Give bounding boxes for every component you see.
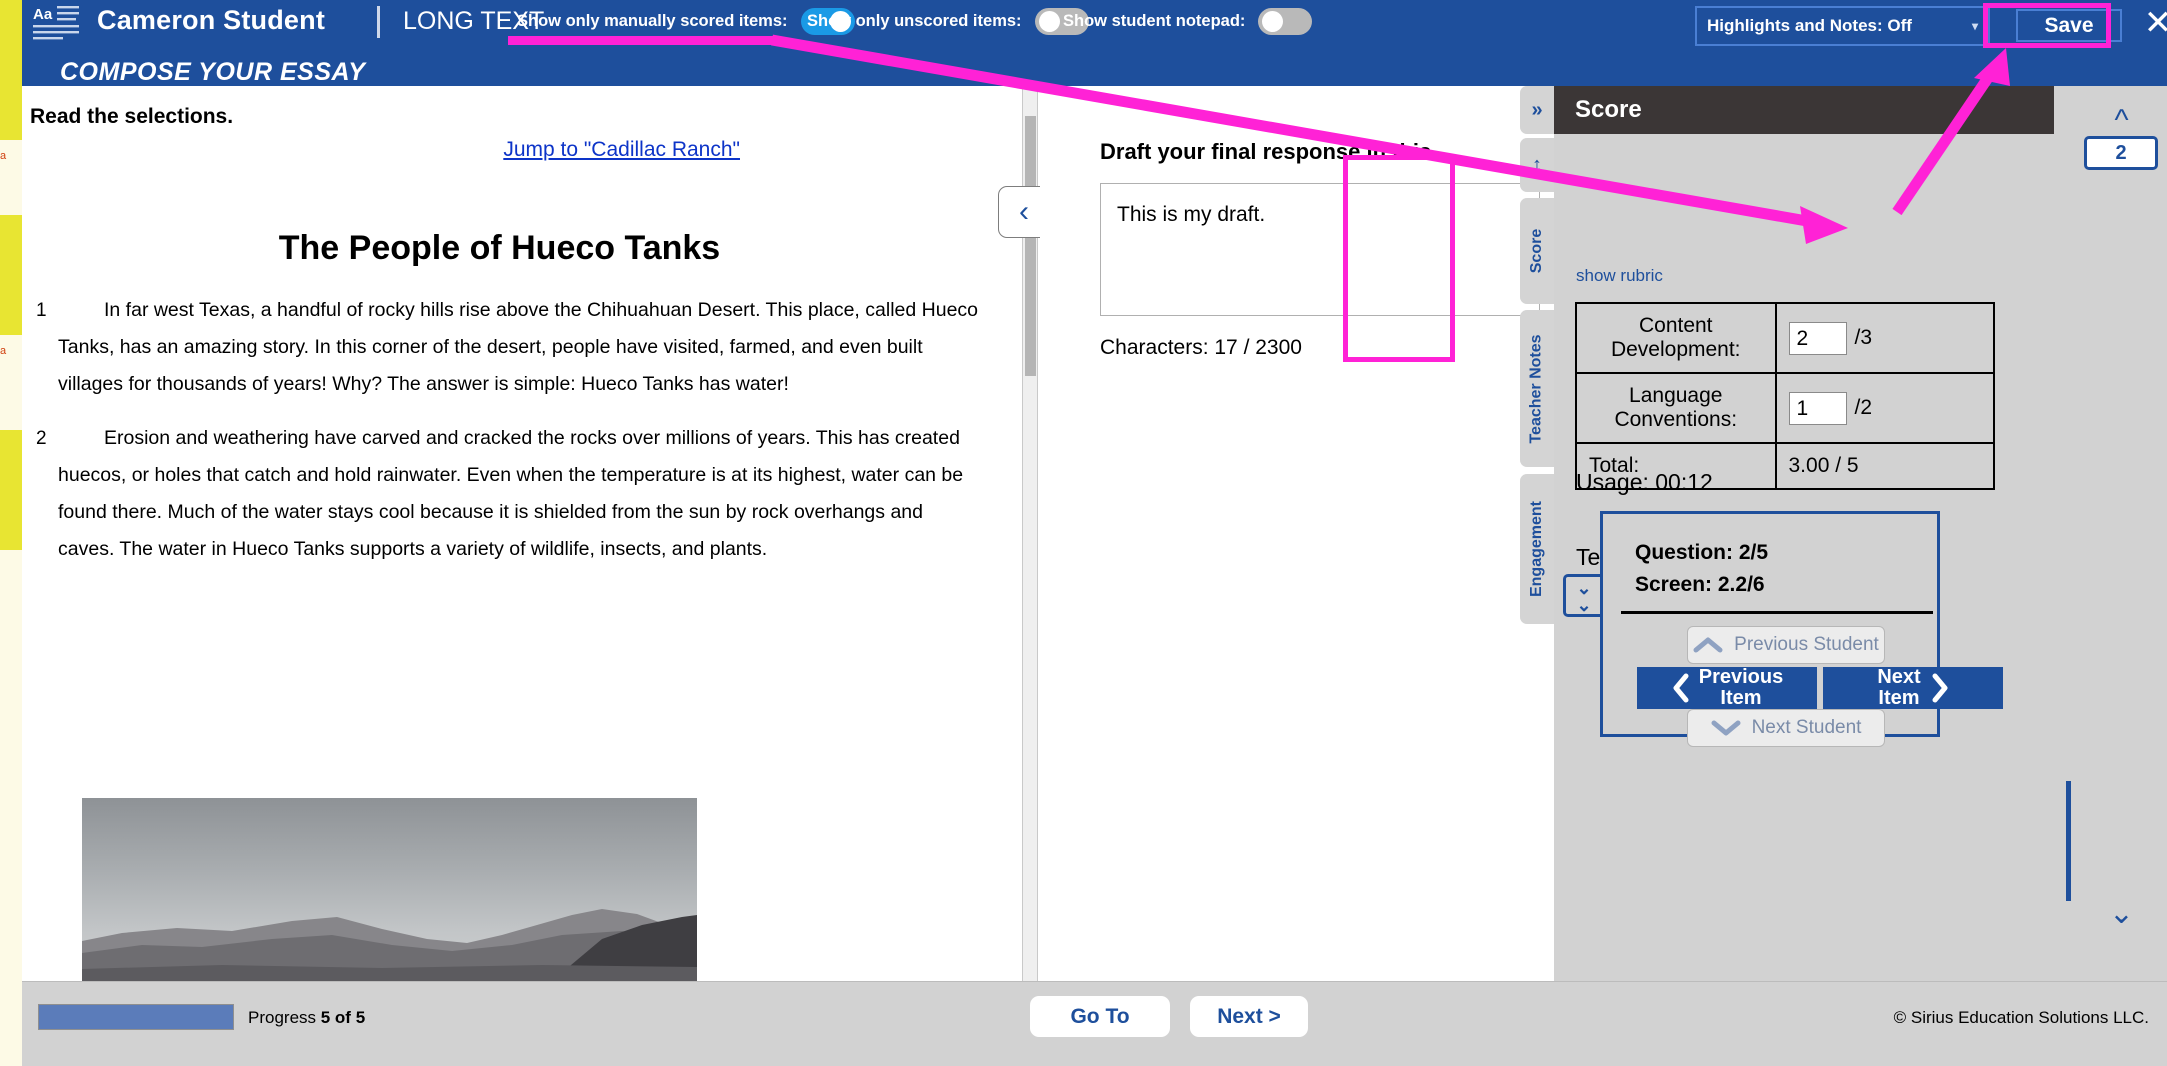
chevron-right-icon <box>1932 673 1948 703</box>
student-name: Cameron Student <box>97 5 326 35</box>
show-rubric-link[interactable]: show rubric <box>1576 266 1663 286</box>
paragraph-number: 1 <box>36 300 47 321</box>
language-conventions-max: /2 <box>1854 395 1873 419</box>
tab-resize-label: ↕ <box>1532 153 1542 176</box>
language-conventions-input[interactable]: 1 <box>1788 391 1847 425</box>
copyright-text: © Sirius Education Solutions LLC. <box>1893 1008 2149 1027</box>
screen-counter: Screen: 2.2/6 <box>1635 573 1765 596</box>
double-chevron-down-icon[interactable]: ⌄ ⌄ <box>1563 574 1605 617</box>
passage-paragraph: 1 In far west Texas, a handful of rocky … <box>22 292 982 403</box>
chevron-down-icon[interactable]: ⌄ <box>2094 896 2149 930</box>
tab-expand-label: » <box>1531 98 1543 121</box>
draft-text: This is my draft. <box>1117 203 1266 226</box>
next-button[interactable]: Next > <box>1190 996 1308 1037</box>
progress-bar <box>38 1004 234 1030</box>
chevron-down-icon: ▾ <box>1971 19 1978 33</box>
side-tab-strip: » ↕ Score Teacher Notes Engagement <box>1520 86 1554 981</box>
footer-bar: Progress 5 of 5 Go To Next > © Sirius Ed… <box>22 981 2167 1066</box>
next-item-button[interactable]: Next Item <box>1823 667 2003 709</box>
navigation-box: Question: 2/5 Screen: 2.2/6 Previous Stu… <box>1600 511 2003 747</box>
read-instruction: Read the selections. <box>30 105 234 128</box>
toggle-notepad-label: Show student notepad: <box>1063 12 1246 30</box>
previous-item-button[interactable]: Previous Item <box>1637 667 1817 709</box>
passage-image <box>82 798 697 981</box>
score-table: Content Development: 2/3 Language Conven… <box>1575 302 1995 490</box>
progress-value: 5 of 5 <box>320 1008 366 1027</box>
tab-score[interactable]: Score <box>1520 198 1554 304</box>
annotation-box-save <box>1983 3 2111 48</box>
character-count: Characters: 17 / 2300 <box>1100 336 1302 359</box>
tab-engagement[interactable]: Engagement <box>1520 474 1554 624</box>
passage-title: The People of Hueco Tanks <box>278 229 721 267</box>
toggle-manually-scored-label: Show only manually scored items: <box>517 12 788 30</box>
draft-title: Draft your final response in this <box>1100 139 1432 164</box>
score-row-value-cell: 2/3 <box>1774 302 1995 374</box>
header-divider <box>377 6 380 38</box>
next-student-button[interactable]: Next Student <box>1687 709 1885 747</box>
content-development-max: /3 <box>1854 325 1873 349</box>
paragraph-text: In far west Texas, a handful of rocky hi… <box>58 299 979 395</box>
tab-teacher-notes-label: Teacher Notes <box>1528 333 1546 444</box>
table-row: Content Development: 2/3 <box>1575 302 1995 374</box>
tab-engagement-label: Engagement <box>1528 500 1546 598</box>
close-icon[interactable]: ✕ <box>2140 6 2167 42</box>
paragraph-number: 2 <box>36 428 47 449</box>
previous-student-label: Previous Student <box>1734 634 1879 655</box>
tab-resize[interactable]: ↕ <box>1520 138 1554 192</box>
section-title: COMPOSE YOUR ESSAY <box>60 58 366 86</box>
score-row-label: Content Development: <box>1575 302 1777 374</box>
score-total-value: 3.00 / 5 <box>1774 442 1995 490</box>
item-badge[interactable]: 2 <box>2084 136 2158 170</box>
chevron-down-icon <box>1711 720 1741 736</box>
paragraph-text: Erosion and weathering have carved and c… <box>58 427 964 560</box>
draft-response-pane: Draft your final response in this This i… <box>1040 86 1540 981</box>
question-counter: Question: 2/5 <box>1635 541 1769 564</box>
rail-divider <box>2066 781 2071 901</box>
chevron-up-icon[interactable]: ^ <box>2094 104 2149 138</box>
jump-to-link[interactable]: Jump to "Cadillac Ranch" <box>503 138 740 162</box>
toggle-unscored[interactable]: Show only unscored items: <box>807 8 1089 35</box>
chevron-left-icon <box>1673 673 1689 703</box>
go-to-button[interactable]: Go To <box>1030 996 1170 1037</box>
previous-student-button[interactable]: Previous Student <box>1687 626 1885 664</box>
draft-textarea[interactable]: This is my draft. <box>1100 183 1540 316</box>
svg-text:Aa: Aa <box>33 6 53 23</box>
score-panel-header: Score <box>1554 86 2054 134</box>
progress-label: Progress 5 of 5 <box>248 1008 366 1027</box>
toggle-notepad-switch[interactable] <box>1258 8 1313 35</box>
text-lines-icon: Aa <box>32 4 80 40</box>
previous-item-label: Previous Item <box>1698 666 1784 709</box>
divider <box>1621 611 1933 614</box>
tab-expand[interactable]: » <box>1520 86 1554 134</box>
app-header: Aa Cameron Student LONG TEXT COMPOSE YOU… <box>22 0 2167 86</box>
passage-paragraph: 2 Erosion and weathering have carved and… <box>22 420 982 568</box>
tab-teacher-notes[interactable]: Teacher Notes <box>1520 310 1554 467</box>
score-row-value-cell: 1/2 <box>1774 372 1995 444</box>
usage-time: Usage: 00:12 <box>1576 469 1713 495</box>
toggle-unscored-label: Show only unscored items: <box>807 12 1022 30</box>
toggle-notepad[interactable]: Show student notepad: <box>1063 8 1313 35</box>
score-row-label: Language Conventions: <box>1575 372 1777 444</box>
toggle-manually-scored[interactable]: Show only manually scored items: <box>517 8 855 35</box>
tab-score-label: Score <box>1528 228 1545 274</box>
right-rail: ^ 2 ⌄ <box>2054 86 2167 981</box>
content-development-input[interactable]: 2 <box>1788 321 1847 355</box>
reading-passage-pane: Read the selections. Jump to "Cadillac R… <box>22 86 1022 981</box>
background-window-sliver: a a <box>0 0 22 1066</box>
highlights-notes-value: Highlights and Notes: Off <box>1707 16 1912 35</box>
chevron-up-icon <box>1693 637 1723 653</box>
progress-fill <box>39 1005 233 1029</box>
next-item-label: Next Item <box>1877 666 1921 709</box>
highlights-notes-select[interactable]: Highlights and Notes: Off ▾ <box>1695 6 1990 46</box>
next-student-label: Next Student <box>1751 717 1862 738</box>
table-row: Language Conventions: 1/2 <box>1575 372 1995 444</box>
score-heading: Score <box>1575 96 1642 123</box>
